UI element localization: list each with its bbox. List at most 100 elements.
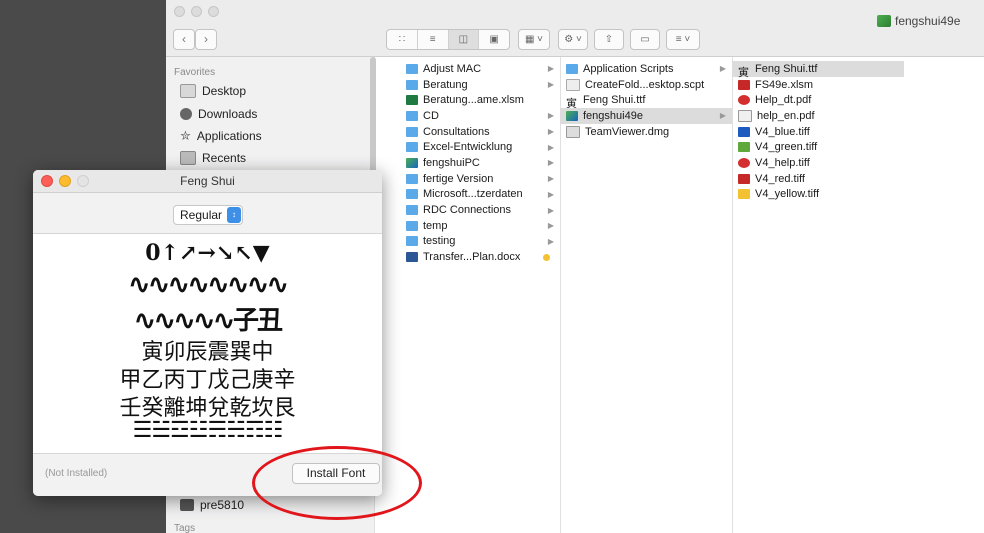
list-item[interactable]: fertige Version ▶	[400, 171, 560, 187]
list-item[interactable]: help_en.pdf	[732, 108, 904, 124]
list-item-label: Excel-Entwicklung	[423, 141, 513, 154]
column-view-icon[interactable]: ◫	[448, 30, 480, 49]
list-item-label: CreateFold...esktop.scpt	[585, 78, 705, 91]
list-item-label: V4_green.tiff	[755, 141, 818, 154]
font-style-select[interactable]: Regular ↕	[173, 205, 243, 225]
sidebar-scrollbar[interactable]	[370, 57, 376, 177]
list-item-label: Feng Shui.ttf	[755, 62, 818, 75]
list-item[interactable]: Beratung ▶	[400, 77, 560, 93]
chevron-right-icon: ▶	[547, 174, 554, 184]
font-preview: 0↑↗→↘↖▼ ∿∿∿∿∿∿∿∿ ∿∿∿∿∿子丑 寅卯辰震巽中 甲乙丙丁戊己庚辛…	[33, 234, 382, 454]
dialog-title: Feng Shui	[180, 174, 235, 188]
folder-icon	[406, 236, 418, 247]
folder-icon	[566, 63, 578, 74]
list-item[interactable]: CreateFold...esktop.scpt	[560, 77, 732, 93]
minimize-button[interactable]	[191, 6, 202, 17]
action-button[interactable]: ⚙ ˅	[558, 29, 588, 50]
disk-image-icon	[566, 125, 580, 138]
list-item-label: Feng Shui.ttf	[583, 94, 646, 107]
close-button[interactable]	[174, 6, 185, 17]
list-item[interactable]: 寅 Feng Shui.ttf	[732, 61, 904, 79]
dialog-footer: (Not Installed) Install Font	[33, 453, 382, 496]
list-item-label: RDC Connections	[423, 204, 512, 217]
app-icon	[406, 157, 418, 168]
install-font-button[interactable]: Install Font	[292, 463, 380, 484]
list-item[interactable]: FS49e.xlsm	[732, 77, 904, 93]
sidebar-item-downloads[interactable]: Downloads	[180, 104, 257, 124]
list-item[interactable]: RDC Connections ▶	[400, 202, 560, 218]
folder-icon	[406, 126, 418, 137]
chevron-right-icon: ▶	[719, 64, 726, 74]
list-item[interactable]: TeamViewer.dmg	[560, 124, 732, 140]
list-item-label: V4_help.tiff	[755, 156, 810, 169]
list-item[interactable]: Application Scripts ▶	[560, 61, 732, 77]
chevron-right-icon: ▶	[547, 111, 554, 121]
list-item-label: Beratung...ame.xlsm	[423, 94, 524, 107]
chevron-right-icon: ▶	[719, 111, 726, 121]
edit-tags-button[interactable]: ▭	[630, 29, 660, 50]
list-item-label: V4_yellow.tiff	[755, 188, 820, 201]
back-button[interactable]: ‹	[173, 29, 195, 50]
sync-status-icon	[543, 253, 550, 261]
list-item[interactable]: Microsoft...tzerdaten ▶	[400, 187, 560, 203]
gallery-view-icon[interactable]: ▣	[479, 30, 509, 49]
chevron-right-icon: ▶	[547, 189, 554, 199]
list-item[interactable]: Excel-Entwicklung ▶	[400, 139, 560, 155]
excel-file-icon	[738, 79, 750, 90]
window-title: fengshui49e	[877, 14, 960, 28]
list-item[interactable]: V4_help.tiff	[732, 155, 904, 171]
sidebar-item-desktop[interactable]: Desktop	[180, 81, 246, 101]
list-item[interactable]: CD ▶	[400, 108, 560, 124]
share-icon: ⇧	[604, 34, 614, 45]
view-mode-control[interactable]: ∷ ≡ ◫ ▣	[386, 29, 510, 50]
folder-icon	[406, 110, 418, 121]
icon-view-icon[interactable]: ∷	[387, 30, 418, 49]
list-item-label: FS49e.xlsm	[755, 78, 814, 91]
chevron-left-icon: ‹	[182, 32, 186, 46]
list-item-label: Help_dt.pdf	[755, 94, 812, 107]
chevron-right-icon: ▶	[547, 127, 554, 137]
list-item[interactable]: Consultations ▶	[400, 124, 560, 140]
list-item[interactable]: testing ▶	[400, 234, 560, 250]
list-item-label: help_en.pdf	[757, 109, 815, 122]
script-file-icon	[566, 78, 580, 91]
sidebar-item-applications[interactable]: ✮ Applications	[180, 126, 262, 146]
list-item-label: Transfer...Plan.docx	[423, 251, 521, 264]
list-item[interactable]: Adjust MAC ▶	[400, 61, 560, 77]
sidebar-item-recents[interactable]: Recents	[180, 148, 246, 168]
list-item-label: Adjust MAC	[423, 62, 482, 75]
list-item[interactable]: fengshui49e ▶	[560, 108, 732, 124]
font-file-icon: 寅	[566, 98, 577, 111]
chevron-updown-icon: ↕	[227, 207, 241, 223]
arrange-button[interactable]: ▦ ˅	[518, 29, 550, 50]
list-item[interactable]: V4_yellow.tiff	[732, 187, 904, 203]
tags-heading: Tags	[174, 523, 196, 533]
list-item-label: fengshuiPC	[423, 156, 480, 169]
app-icon	[877, 15, 891, 27]
list-item[interactable]: V4_green.tiff	[732, 139, 904, 155]
list-item-label: fengshui49e	[583, 109, 643, 122]
column-2: Application Scripts ▶ CreateFold...esktop.…	[560, 57, 733, 533]
folder-icon	[406, 205, 418, 216]
list-item-label: V4_red.tiff	[755, 172, 805, 185]
list-item[interactable]: Transfer...Plan.docx	[400, 249, 560, 265]
list-item[interactable]: Beratung...ame.xlsm	[400, 92, 560, 108]
list-item[interactable]: V4_blue.tiff	[732, 124, 904, 140]
list-item[interactable]: 寅 Feng Shui.ttf	[560, 92, 732, 111]
zoom-button[interactable]	[208, 6, 219, 17]
forward-button[interactable]: ›	[195, 29, 217, 50]
list-view-icon[interactable]: ≡	[418, 30, 449, 49]
folder-icon	[406, 63, 418, 74]
list-item[interactable]: fengshuiPC ▶	[400, 155, 560, 171]
list-item-label: V4_blue.tiff	[755, 125, 810, 138]
sidebar-item-device[interactable]: pre5810	[180, 495, 244, 515]
list-item[interactable]: temp ▶	[400, 218, 560, 234]
chevron-right-icon: ›	[204, 32, 208, 46]
list-item[interactable]: Help_dt.pdf	[732, 92, 904, 108]
path-button[interactable]: ≡ ˅	[666, 29, 700, 50]
list-item-label: temp	[423, 219, 448, 232]
list-item-label: fertige Version	[423, 172, 494, 185]
list-item[interactable]: V4_red.tiff	[732, 171, 904, 187]
share-button[interactable]: ⇧	[594, 29, 624, 50]
chevron-right-icon: ▶	[547, 64, 554, 74]
